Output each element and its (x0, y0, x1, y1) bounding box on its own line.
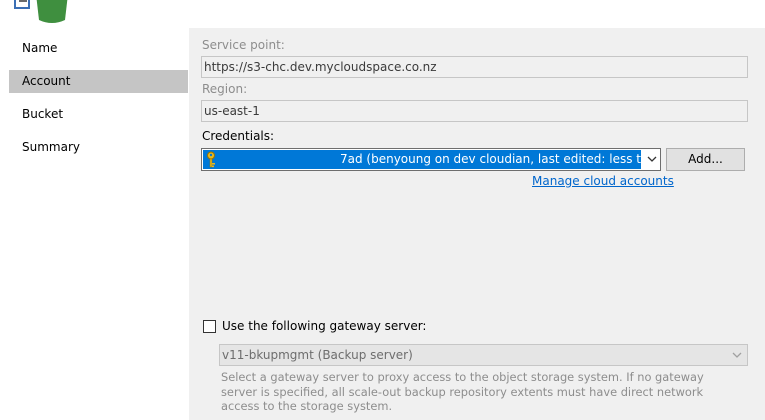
step-name[interactable]: Name (9, 37, 188, 60)
gateway-server-value: v11-bkupmgmt (Backup server) (222, 348, 413, 362)
wizard-header (0, 0, 765, 28)
chevron-down-icon (732, 352, 742, 358)
step-bucket[interactable]: Bucket (9, 103, 188, 126)
key-icon (207, 151, 215, 168)
add-credentials-button[interactable]: Add... (666, 148, 745, 171)
bucket-icon (14, 0, 68, 23)
credentials-value: 7ad (benyoung on dev cloudian, last edit… (340, 152, 641, 166)
step-summary[interactable]: Summary (9, 136, 188, 159)
gateway-hint-text: Select a gateway server to proxy access … (221, 370, 704, 413)
credentials-dropdown[interactable]: 7ad (benyoung on dev cloudian, last edit… (201, 148, 661, 171)
credentials-label: Credentials: (202, 129, 275, 143)
gateway-server-dropdown: v11-bkupmgmt (Backup server) (219, 344, 748, 366)
chevron-down-icon[interactable] (646, 154, 658, 164)
step-account[interactable]: Account (9, 70, 188, 93)
gateway-checkbox-label[interactable]: Use the following gateway server: (222, 319, 426, 333)
region-field: us-east-1 (201, 100, 748, 122)
service-point-label: Service point: (202, 38, 285, 52)
credentials-selected: 7ad (benyoung on dev cloudian, last edit… (203, 150, 641, 169)
gateway-checkbox[interactable] (203, 320, 216, 333)
service-point-field: https://s3-chc.dev.mycloudspace.co.nz (201, 56, 748, 78)
manage-cloud-accounts-link[interactable]: Manage cloud accounts (532, 174, 674, 188)
region-label: Region: (202, 82, 248, 96)
